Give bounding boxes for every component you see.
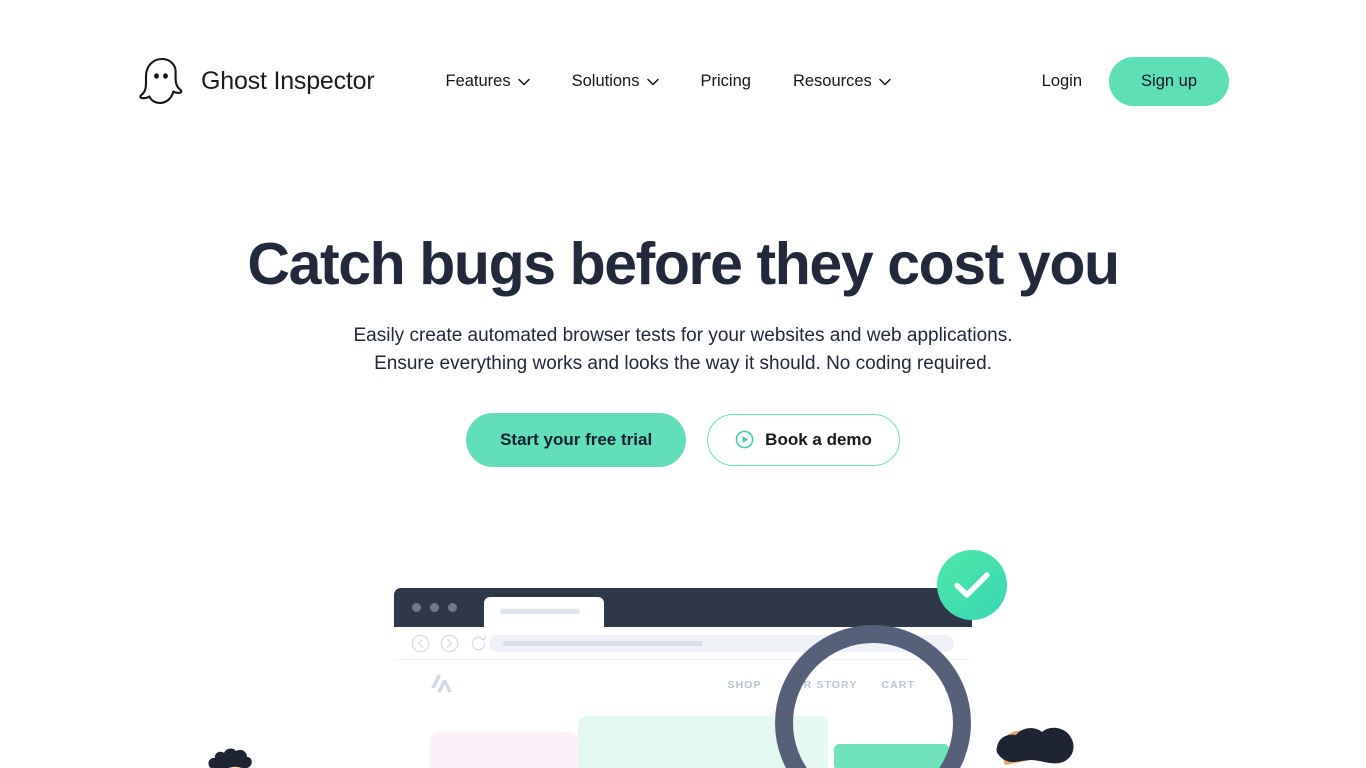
main-navigation: Features Solutions Pricing Resources bbox=[424, 62, 911, 101]
login-link[interactable]: Login bbox=[1042, 72, 1082, 91]
nav-item-label: Resources bbox=[792, 71, 872, 90]
header-actions: Login Sign up bbox=[1042, 56, 1229, 106]
browser-nav-buttons bbox=[411, 634, 488, 653]
mock-nav-shop[interactable]: SHOP bbox=[728, 679, 762, 691]
hero-subtitle-line-1: Easily create automated browser tests fo… bbox=[353, 324, 1013, 346]
person-right-illustration bbox=[996, 727, 1074, 765]
nav-item-pricing[interactable]: Pricing bbox=[680, 62, 772, 101]
window-dot bbox=[430, 603, 439, 612]
ghost-icon bbox=[139, 57, 183, 104]
start-free-trial-button[interactable]: Start your free trial bbox=[466, 412, 687, 467]
nav-item-solutions[interactable]: Solutions bbox=[551, 62, 680, 101]
address-placeholder bbox=[503, 641, 703, 646]
check-circle-icon bbox=[937, 550, 1007, 620]
browser-tab[interactable] bbox=[484, 597, 604, 627]
book-a-demo-button[interactable]: Book a demo bbox=[707, 413, 900, 466]
person-left-illustration bbox=[208, 748, 252, 768]
browser-titlebar bbox=[394, 588, 972, 627]
nav-item-label: Pricing bbox=[700, 71, 751, 90]
brand-logo[interactable]: Ghost Inspector bbox=[137, 55, 375, 107]
forward-icon[interactable] bbox=[440, 634, 459, 653]
reload-icon[interactable] bbox=[469, 634, 488, 653]
chevron-down-icon bbox=[517, 78, 530, 86]
tab-title-placeholder bbox=[500, 609, 580, 614]
hero-title: Catch bugs before they cost you bbox=[247, 231, 1120, 297]
hero-subtitle-line-2: Ensure everything works and looks the wa… bbox=[374, 353, 992, 375]
nav-item-resources[interactable]: Resources bbox=[772, 62, 912, 101]
play-circle-icon bbox=[735, 431, 754, 449]
hero-section: Catch bugs before they cost you Easily c… bbox=[0, 162, 1366, 467]
hero-illustration: SHOP OUR STORY CART bbox=[0, 520, 1366, 768]
hero-cta-group: Start your free trial Book a demo bbox=[0, 412, 1366, 467]
brand-name: Ghost Inspector bbox=[201, 66, 375, 95]
chevron-down-icon bbox=[879, 78, 891, 86]
signup-button[interactable]: Sign up bbox=[1109, 56, 1229, 106]
window-control-dots bbox=[412, 603, 457, 612]
nav-item-label: Solutions bbox=[571, 71, 640, 90]
book-a-demo-label: Book a demo bbox=[765, 429, 872, 449]
landing-page: Ghost Inspector Features Solutions Prici… bbox=[0, 0, 1366, 768]
site-header: Ghost Inspector Features Solutions Prici… bbox=[0, 0, 1366, 162]
checkmark-glyph bbox=[954, 572, 990, 598]
hero-subtitle: Easily create automated browser tests fo… bbox=[0, 322, 1366, 379]
mock-card-pink bbox=[430, 732, 578, 768]
chevron-down-icon bbox=[646, 78, 659, 86]
window-dot bbox=[412, 603, 421, 612]
nav-item-label: Features bbox=[445, 71, 511, 90]
window-dot bbox=[448, 603, 457, 612]
mock-site-logo-icon bbox=[431, 674, 452, 692]
back-icon[interactable] bbox=[411, 634, 430, 653]
nav-item-features[interactable]: Features bbox=[424, 62, 550, 101]
